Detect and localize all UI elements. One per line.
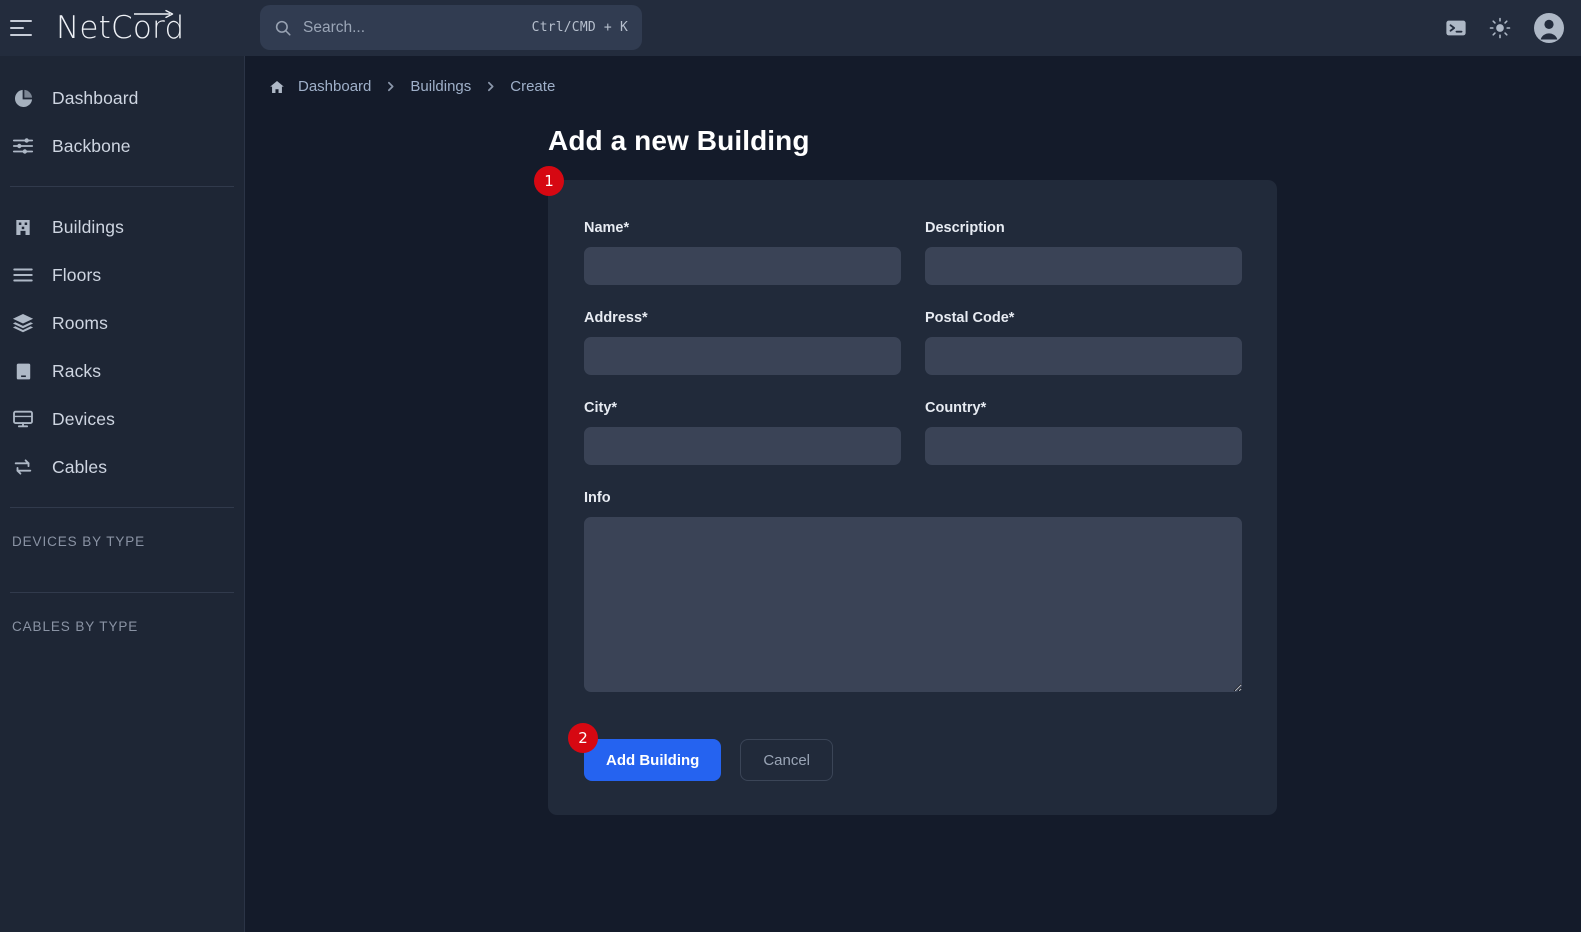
sidebar-item-label: Buildings	[52, 217, 124, 238]
sidebar-item-backbone[interactable]: Backbone	[0, 122, 244, 170]
field-label: Address*	[584, 310, 901, 326]
vector-arrow-icon	[134, 9, 174, 18]
sidebar-divider	[10, 592, 234, 593]
form-grid: Name* Description Address* Postal Code*	[584, 220, 1241, 717]
building-form-card: 1 Name* Description Address*	[548, 180, 1277, 815]
hamburger-line	[10, 34, 32, 36]
top-bar-actions	[1445, 0, 1565, 56]
hamburger-line	[10, 20, 32, 22]
app-body: Dashboard Backbone	[0, 56, 1581, 932]
breadcrumb-link-dashboard[interactable]: Dashboard	[298, 78, 371, 95]
field-label: Name*	[584, 220, 901, 236]
sidebar-item-buildings[interactable]: Buildings	[0, 203, 244, 251]
sidebar-group-devices-by-type: DEVICES BY TYPE	[0, 524, 244, 576]
monitor-icon	[10, 406, 36, 432]
sidebar-item-label: Racks	[52, 361, 101, 382]
sidebar-group-cables-by-type: CABLES BY TYPE	[0, 609, 244, 661]
building-icon	[10, 214, 36, 240]
field-label: Country*	[925, 400, 1242, 416]
pie-chart-icon	[10, 85, 36, 111]
postal-code-input[interactable]	[925, 337, 1242, 375]
cancel-button[interactable]: Cancel	[740, 739, 833, 781]
sidebar-item-dashboard[interactable]: Dashboard	[0, 74, 244, 122]
country-input[interactable]	[925, 427, 1242, 465]
sidebar-item-devices[interactable]: Devices	[0, 395, 244, 443]
field-label: Description	[925, 220, 1242, 236]
sidebar-item-label: Backbone	[52, 136, 131, 157]
add-building-button[interactable]: Add Building	[584, 739, 721, 781]
form-field-info: Info	[584, 490, 1242, 692]
sidebar-item-rooms[interactable]: Rooms	[0, 299, 244, 347]
sliders-icon	[10, 133, 36, 159]
terminal-icon[interactable]	[1445, 17, 1467, 39]
chevron-right-icon	[384, 80, 397, 93]
sidebar-item-cables[interactable]: Cables	[0, 443, 244, 491]
form-field-city: City*	[584, 400, 901, 465]
field-label: Info	[584, 490, 1242, 506]
breadcrumb-current-create: Create	[510, 78, 555, 95]
sidebar: Dashboard Backbone	[0, 56, 245, 932]
sidebar-item-label: Rooms	[52, 313, 108, 334]
breadcrumb: Dashboard Buildings Create	[245, 56, 1581, 95]
swap-arrows-icon	[10, 454, 36, 480]
sidebar-item-label: Floors	[52, 265, 101, 286]
sidebar-group-title: CABLES BY TYPE	[0, 609, 244, 644]
form-field-postal-code: Postal Code*	[925, 310, 1242, 375]
logo-vector-part: ord	[133, 10, 184, 46]
search-icon	[274, 19, 292, 37]
city-input[interactable]	[584, 427, 901, 465]
search-placeholder: Search...	[303, 19, 532, 37]
address-input[interactable]	[584, 337, 901, 375]
field-label: City*	[584, 400, 901, 416]
sidebar-item-floors[interactable]: Floors	[0, 251, 244, 299]
chevron-right-icon	[484, 80, 497, 93]
step-badge-2: 2	[568, 723, 598, 753]
field-label: Postal Code*	[925, 310, 1242, 326]
form-field-address: Address*	[584, 310, 901, 375]
theme-toggle-icon[interactable]	[1489, 17, 1511, 39]
sidebar-divider	[10, 186, 234, 187]
page-title: Add a new Building	[548, 125, 1581, 157]
app-root: NetCord Search... Ctrl/CMD + K	[0, 0, 1581, 932]
sidebar-item-racks[interactable]: Racks	[0, 347, 244, 395]
form-field-country: Country*	[925, 400, 1242, 465]
step-badge-1: 1	[534, 166, 564, 196]
search-input[interactable]: Search... Ctrl/CMD + K	[260, 5, 642, 50]
description-input[interactable]	[925, 247, 1242, 285]
top-bar: NetCord Search... Ctrl/CMD + K	[0, 0, 1581, 56]
search-shortcut-hint: Ctrl/CMD + K	[532, 20, 628, 35]
hamburger-line	[10, 27, 24, 29]
stack-icon	[10, 310, 36, 336]
logo-text-prefix: NetC	[56, 10, 133, 46]
breadcrumb-link-buildings[interactable]: Buildings	[410, 78, 471, 95]
sidebar-item-label: Devices	[52, 409, 115, 430]
app-logo[interactable]: NetCord	[56, 10, 184, 46]
sidebar-item-label: Dashboard	[52, 88, 139, 109]
user-avatar-icon[interactable]	[1533, 12, 1565, 44]
form-actions: 2 Add Building Cancel	[584, 739, 1241, 781]
form-field-description: Description	[925, 220, 1242, 285]
rack-icon	[10, 358, 36, 384]
hamburger-menu-icon[interactable]	[10, 14, 38, 42]
home-icon	[269, 79, 285, 95]
name-input[interactable]	[584, 247, 901, 285]
sidebar-item-label: Cables	[52, 457, 107, 478]
sidebar-divider	[10, 507, 234, 508]
sidebar-group-title: DEVICES BY TYPE	[0, 524, 244, 559]
form-field-name: Name*	[584, 220, 901, 285]
layers-lines-icon	[10, 262, 36, 288]
info-textarea[interactable]	[584, 517, 1242, 692]
main-content: Dashboard Buildings Create Add a new Bui…	[245, 56, 1581, 932]
